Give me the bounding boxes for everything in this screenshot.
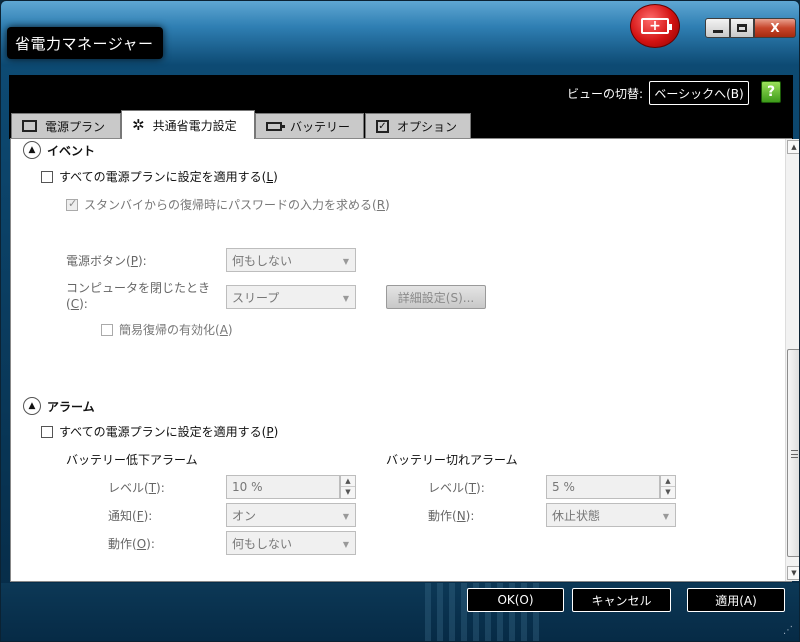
checkbox[interactable] xyxy=(66,197,78,211)
events-apply-all-checkbox[interactable]: すべての電源プランに設定を適用する(L) xyxy=(41,168,278,185)
maximize-button[interactable] xyxy=(730,18,754,38)
low-level-input[interactable]: 10 % xyxy=(226,475,340,499)
basic-view-button[interactable]: ベーシックへ(B) xyxy=(649,81,749,105)
spin-up-icon[interactable]: ▲ xyxy=(341,476,355,487)
chevron-down-icon: ▼ xyxy=(342,512,349,521)
chevron-down-icon: ▼ xyxy=(342,540,349,549)
checkbox-icon: ✓ xyxy=(376,119,389,133)
scroll-down-icon[interactable]: ▼ xyxy=(787,566,799,580)
low-level-spinner[interactable]: ▲ ▼ xyxy=(340,475,356,499)
alarms-title: アラーム xyxy=(47,399,95,414)
low-action-label: 動作(O): xyxy=(108,537,155,551)
power-manager-window: 省電力マネージャー + X ビューの切替: ベーシックへ(B) ? 電源プラン … xyxy=(0,0,800,642)
scroll-up-icon[interactable]: ▲ xyxy=(787,140,799,154)
checkbox[interactable] xyxy=(101,323,113,336)
tab-label: バッテリー xyxy=(290,119,351,134)
critical-level-label: レベル(T): xyxy=(428,481,485,495)
critical-action-select[interactable]: 休止状態 ▼ xyxy=(546,503,676,527)
chevron-down-icon: ▼ xyxy=(342,257,349,266)
tab-common-settings[interactable]: ✲ 共通省電力設定 xyxy=(121,110,255,139)
title-bar: 省電力マネージャー xyxy=(7,27,164,59)
critical-action-label: 動作(N): xyxy=(428,509,475,523)
chevron-down-icon: ▼ xyxy=(342,294,349,303)
low-notify-select[interactable]: オン ▼ xyxy=(226,503,356,527)
footer-band xyxy=(1,583,799,641)
alarms-apply-all-checkbox[interactable]: すべての電源プランに設定を適用する(P) xyxy=(41,423,278,440)
critical-level-spinner[interactable]: ▲ ▼ xyxy=(660,475,676,499)
tab-label: 電源プラン xyxy=(45,119,106,134)
close-button[interactable]: X xyxy=(754,18,796,38)
low-action-select[interactable]: 何もしない ▼ xyxy=(226,531,356,555)
maximize-icon xyxy=(737,24,747,32)
checkbox[interactable] xyxy=(41,170,53,183)
chevron-up-icon: ▲ xyxy=(28,145,36,155)
view-switch-label: ビューの切替: xyxy=(567,87,644,101)
vertical-scrollbar[interactable]: ▲ ▼ xyxy=(785,139,799,581)
collapse-events-button[interactable]: ▲ xyxy=(23,141,41,159)
battery-badge-icon: + xyxy=(630,4,680,48)
chevron-up-icon: ▲ xyxy=(28,401,36,411)
minimize-icon xyxy=(712,29,723,33)
power-button-label: 電源ボタン(P): xyxy=(66,254,147,268)
checkbox[interactable] xyxy=(41,425,53,438)
lid-close-label: コンピュータを閉じたとき (C): xyxy=(66,281,211,311)
window-title: 省電力マネージャー xyxy=(15,34,154,53)
settings-panel: ▲ イベント すべての電源プランに設定を適用する(L) スタンバイからの復帰時に… xyxy=(10,138,799,582)
gear-icon: ✲ xyxy=(132,115,145,134)
tab-label: 共通省電力設定 xyxy=(152,118,237,133)
spin-down-icon[interactable]: ▼ xyxy=(661,487,675,498)
critical-battery-alarm-title: バッテリー切れアラーム xyxy=(386,453,518,467)
scrollbar-thumb[interactable] xyxy=(787,349,799,557)
advanced-settings-button[interactable]: 詳細設定(S)... xyxy=(386,285,486,309)
power-button-select[interactable]: 何もしない ▼ xyxy=(226,248,356,272)
low-battery-alarm-title: バッテリー低下アラーム xyxy=(66,453,198,467)
spin-down-icon[interactable]: ▼ xyxy=(341,487,355,498)
ok-button[interactable]: OK(O) xyxy=(467,588,564,612)
spin-up-icon[interactable]: ▲ xyxy=(661,476,675,487)
cancel-button[interactable]: キャンセル xyxy=(572,588,671,612)
lid-close-select[interactable]: スリープ ▼ xyxy=(226,285,356,309)
alarms-section-header: ▲ アラーム xyxy=(23,397,95,415)
collapse-alarms-button[interactable]: ▲ xyxy=(23,397,41,415)
tab-options[interactable]: ✓ オプション xyxy=(365,113,471,138)
tab-label: オプション xyxy=(397,119,458,134)
low-notify-label: 通知(F): xyxy=(108,509,153,523)
password-on-resume-checkbox[interactable]: スタンバイからの復帰時にパスワードの入力を求める(R) xyxy=(66,196,390,213)
battery-icon xyxy=(266,121,285,131)
events-title: イベント xyxy=(47,143,96,158)
grip-icon xyxy=(791,450,798,458)
events-section-header: ▲ イベント xyxy=(23,141,95,159)
resize-grip-icon[interactable]: ⋰ xyxy=(783,625,797,639)
minimize-button[interactable] xyxy=(705,18,730,38)
help-icon[interactable]: ? xyxy=(761,81,781,103)
critical-level-input[interactable]: 5 % xyxy=(546,475,660,499)
chevron-down-icon: ▼ xyxy=(662,512,669,521)
plan-icon xyxy=(22,120,37,132)
tab-power-plan[interactable]: 電源プラン xyxy=(11,113,121,138)
close-icon: X xyxy=(770,21,780,35)
quick-resume-checkbox[interactable]: 簡易復帰の有効化(A) xyxy=(101,321,233,338)
apply-button[interactable]: 適用(A) xyxy=(687,588,785,612)
low-level-label: レベル(T): xyxy=(108,481,165,495)
tab-battery[interactable]: バッテリー xyxy=(255,113,364,138)
